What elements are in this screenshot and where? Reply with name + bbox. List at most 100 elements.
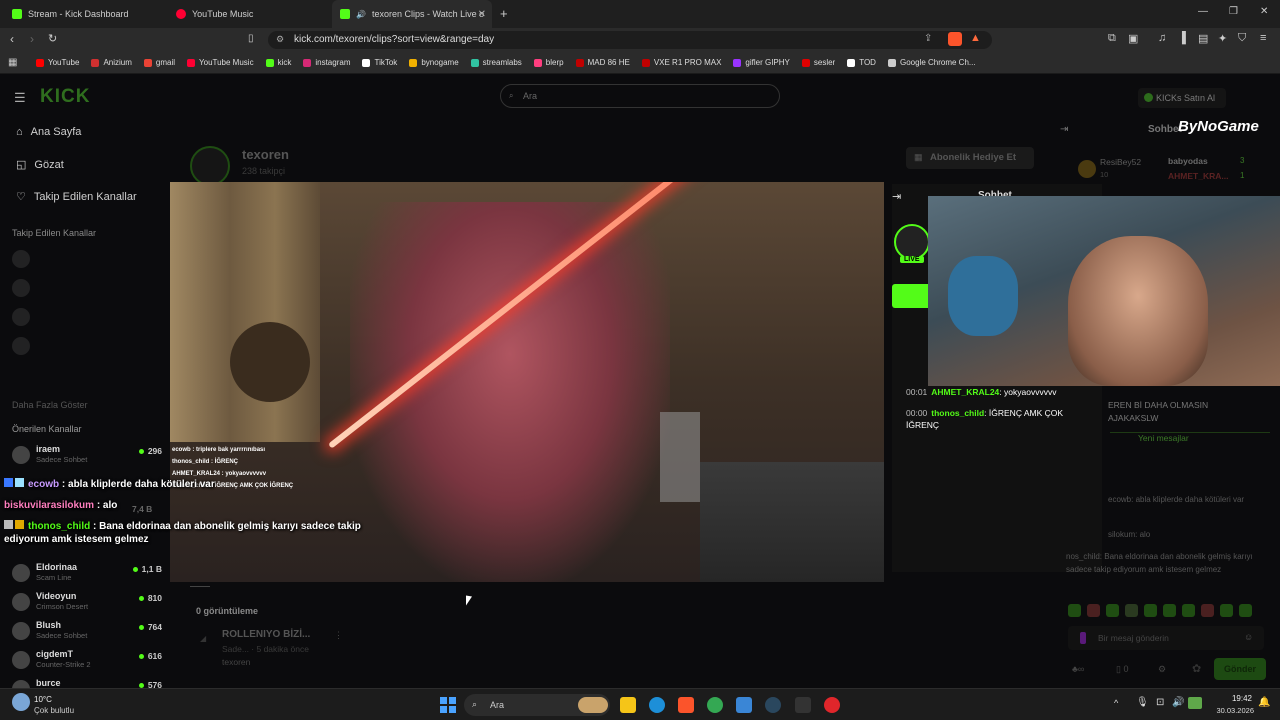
back-icon[interactable]: ‹: [10, 32, 14, 46]
maximize-button[interactable]: ❐: [1229, 6, 1238, 17]
recommended-channel[interactable]: iraem Sadece Sohbet 296: [12, 444, 162, 472]
store-icon[interactable]: [736, 697, 752, 713]
bookmark-item[interactable]: TikTok: [362, 58, 397, 67]
recommended-channel[interactable]: Videoyun Crimson Desert 810: [12, 591, 162, 619]
site-info-icon[interactable]: ⚙: [276, 34, 284, 45]
bookmark-item[interactable]: gifler GIPHY: [733, 58, 790, 67]
app-icon[interactable]: [824, 697, 840, 713]
windows-start-icon[interactable]: [440, 697, 456, 713]
collapse-right-chat-icon[interactable]: ⇥: [1060, 124, 1068, 135]
collapse-chat-icon[interactable]: ⇥: [892, 190, 901, 203]
show-more-link[interactable]: Daha Fazla Göster: [12, 400, 88, 410]
extensions-icon[interactable]: ⧉: [1108, 32, 1116, 45]
bookmark-item[interactable]: instagram: [303, 58, 350, 67]
emote-row[interactable]: [1068, 604, 1268, 618]
tray-expand-icon[interactable]: ^: [1114, 698, 1118, 708]
tab-texoren-clips[interactable]: 🔊 texoren Clips - Watch Live on ✕: [332, 0, 492, 28]
nav-home[interactable]: ⌂ Ana Sayfa: [16, 126, 81, 138]
bookmark-item[interactable]: sesler: [801, 58, 835, 67]
recommended-channel[interactable]: cigdemT Counter-Strike 2 616: [12, 649, 162, 677]
clip-title[interactable]: ROLLENIYO BİZİ...: [222, 629, 310, 640]
search-input[interactable]: Ara: [500, 84, 780, 108]
sidebar-icon[interactable]: ▐: [1178, 32, 1186, 44]
weather-icon[interactable]: [12, 693, 30, 711]
reload-icon[interactable]: ↻: [48, 32, 57, 45]
bookmark-item[interactable]: kick: [265, 58, 291, 67]
brave-shields-icon[interactable]: [948, 32, 962, 46]
bookmark-icon: [36, 58, 44, 67]
music-icon[interactable]: ♫: [1158, 32, 1166, 44]
steam-icon[interactable]: [765, 697, 781, 713]
clip-author[interactable]: texoren: [222, 657, 250, 667]
nav-following[interactable]: ♡ Takip Edilen Kanallar: [16, 190, 137, 204]
network-icon[interactable]: ⊡: [1156, 697, 1164, 708]
bookmark-label: Anizium: [103, 58, 132, 67]
weather-temp[interactable]: 10°C: [34, 695, 52, 704]
wallet-icon[interactable]: ▤: [1198, 32, 1208, 45]
close-tab-icon[interactable]: ✕: [478, 9, 486, 20]
gift-icon[interactable]: ✿: [1192, 662, 1201, 675]
bookmark-item[interactable]: YouTube: [36, 58, 79, 67]
vpn-icon[interactable]: ⛉: [1238, 32, 1246, 45]
video-curtain: [170, 182, 320, 442]
followed-channels-list[interactable]: [12, 250, 162, 380]
clip-options-icon[interactable]: ⋮: [334, 630, 343, 641]
chat-settings-icon[interactable]: ⚙: [1158, 664, 1166, 675]
right-chat-line: silokum: alo: [1108, 530, 1151, 539]
overlay-chat-message: 00:00 thonos_child: İĞRENÇ AMK ÇOK İĞRENÇ: [906, 407, 1086, 431]
weather-description[interactable]: Çok bulutlu: [34, 706, 74, 715]
close-window-button[interactable]: ✕: [1260, 6, 1268, 17]
clock-time[interactable]: 19:42: [1214, 694, 1252, 703]
viewer-count: 810: [139, 593, 162, 603]
bookmark-item[interactable]: streamlabs: [470, 58, 522, 67]
recommended-channel[interactable]: burce 576: [12, 678, 162, 688]
bookmark-item[interactable]: TOD: [847, 58, 876, 67]
tab-kick-dashboard[interactable]: Stream - Kick Dashboard: [4, 0, 164, 28]
channel-avatar[interactable]: [190, 146, 230, 186]
tray-app-icon[interactable]: [1188, 697, 1202, 709]
notifications-icon[interactable]: 🔔: [1258, 697, 1270, 708]
nav-browse[interactable]: ◱ Gözat: [16, 158, 64, 172]
file-explorer-icon[interactable]: [620, 697, 636, 713]
viewer-count: 1,1 B: [133, 564, 162, 574]
apps-grid-icon[interactable]: ▦: [8, 57, 17, 68]
bookmark-item[interactable]: Google Chrome Ch...: [887, 58, 976, 67]
url-field[interactable]: kick.com/texoren/clips?sort=view&range=d…: [268, 31, 992, 49]
small-overlay-text: ecowb : triplere bak yarrrrınıbası: [172, 447, 266, 453]
brave-icon[interactable]: [678, 697, 694, 713]
mouse-cursor: [466, 595, 472, 607]
chrome-icon[interactable]: [707, 697, 723, 713]
follow-button[interactable]: [892, 284, 932, 308]
gift-sub-button[interactable]: Abonelik Hediye Et: [906, 147, 1034, 169]
share-icon[interactable]: ⇪: [924, 33, 932, 44]
recommended-channel[interactable]: Eldorinaa Scam Line 1,1 B: [12, 562, 162, 590]
bookmark-item[interactable]: gmail: [143, 58, 175, 67]
tab-youtube-music[interactable]: YouTube Music: [168, 0, 328, 28]
volume-icon[interactable]: 🔊: [1172, 697, 1184, 708]
edge-icon[interactable]: [649, 697, 665, 713]
bookmark-item[interactable]: VXE R1 PRO MAX: [641, 58, 721, 67]
bookmark-item[interactable]: MAD 86 HE: [575, 58, 630, 67]
new-tab-button[interactable]: +: [500, 6, 508, 21]
forward-icon[interactable]: ›: [30, 32, 34, 46]
bookmark-item[interactable]: blerp: [533, 58, 564, 67]
channel-name-heading[interactable]: texoren: [242, 147, 289, 162]
screenshot-icon[interactable]: ▣: [1128, 32, 1138, 45]
menu-icon[interactable]: ≡: [1260, 32, 1266, 44]
bookmark-item[interactable]: YouTube Music: [187, 58, 254, 67]
emoji-icon[interactable]: ☺: [1244, 632, 1253, 642]
bookmark-icon[interactable]: ▯: [248, 33, 254, 44]
microphone-icon[interactable]: 🎙: [1136, 697, 1149, 708]
epic-games-icon[interactable]: [795, 697, 811, 713]
minimize-button[interactable]: —: [1198, 6, 1208, 17]
bookmark-item[interactable]: Anizium: [91, 58, 132, 67]
clock-date[interactable]: 30.03.2026: [1210, 706, 1254, 715]
send-button[interactable]: Gönder: [1214, 658, 1266, 680]
bookmark-item[interactable]: bynogame: [409, 58, 459, 67]
leo-ai-icon[interactable]: ✦: [1218, 32, 1227, 45]
brave-rewards-icon[interactable]: ▲: [970, 32, 981, 44]
chat-message-input[interactable]: Bir mesaj gönderin: [1068, 626, 1264, 650]
buy-kicks-label: KICKs Satın Al: [1156, 93, 1216, 103]
recommended-channel[interactable]: Blush Sadece Sohbet 764: [12, 620, 162, 648]
video-couch: [700, 462, 884, 582]
